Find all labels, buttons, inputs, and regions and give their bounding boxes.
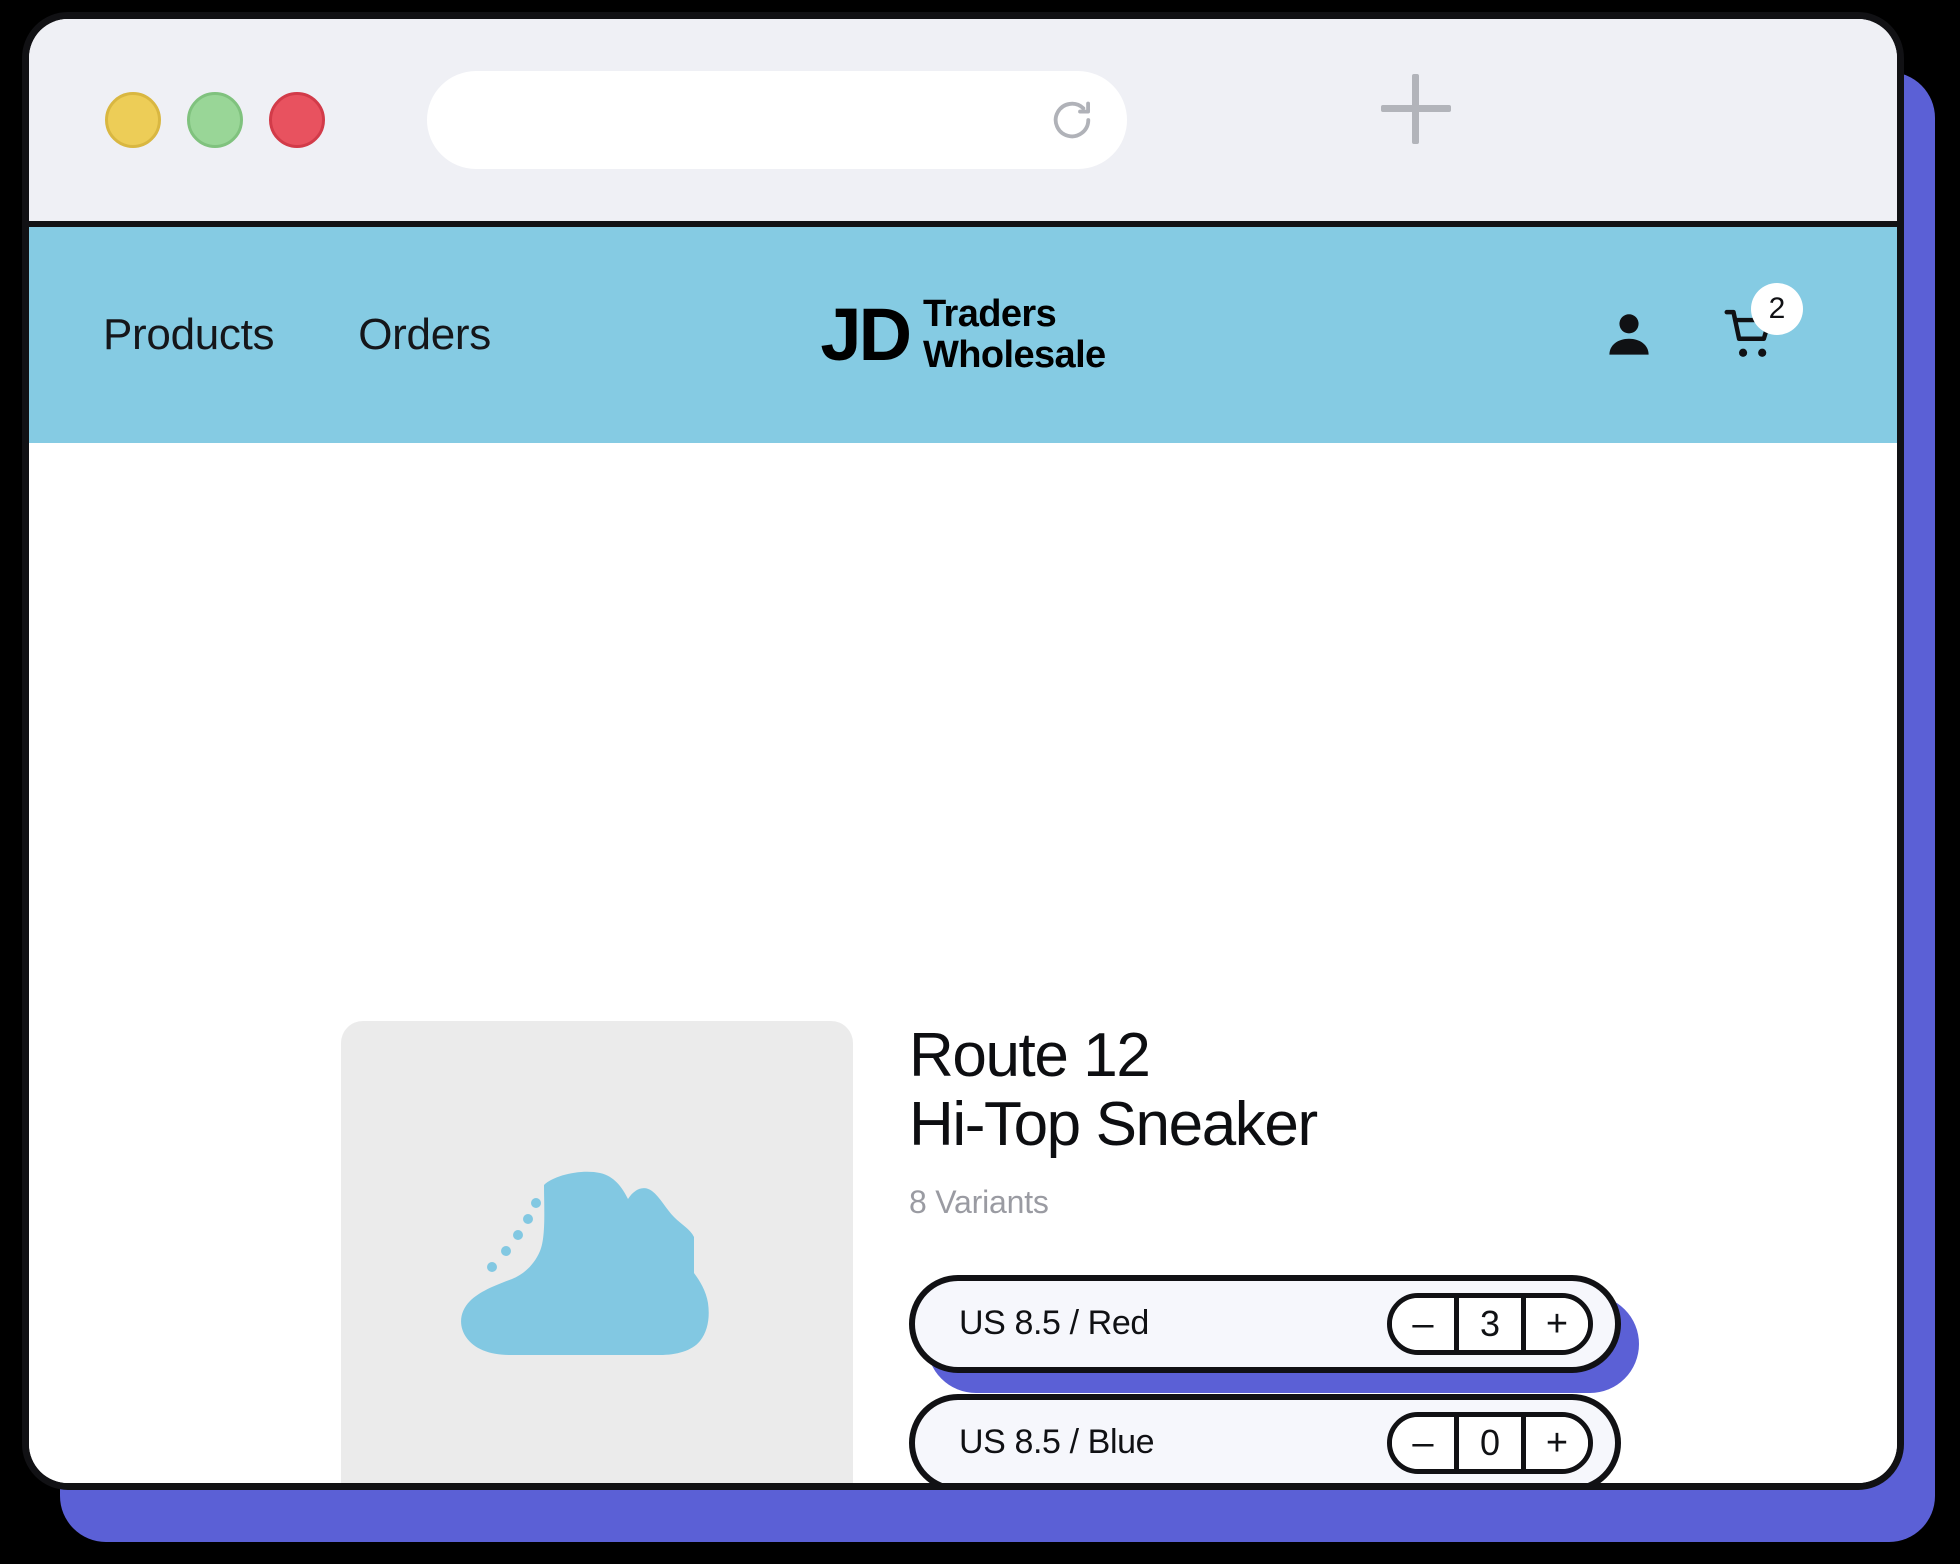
new-tab-button[interactable] [1381,74,1451,144]
quantity-value[interactable]: 0 [1454,1416,1526,1469]
variant-row-wrapper: US 8.5 / Blue –0 + [909,1393,1621,1483]
increment-button[interactable]: + [1526,1416,1588,1469]
variant-label: US 8.5 / Red [959,1304,1149,1343]
variant-row[interactable]: US 8.5 / Blue –0 + [909,1393,1621,1483]
person-icon [1601,307,1657,363]
product-details: Route 12 Hi-Top Sneaker 8 Variants US 8.… [909,1021,1639,1483]
decrement-button[interactable]: – [1392,1297,1454,1350]
brand-monogram: JD [820,293,912,376]
cart-count-badge: 2 [1751,283,1803,335]
brand-line-2: Wholesale [923,334,1106,376]
increment-button[interactable]: + [1526,1297,1588,1350]
product-page-body: Route 12 Hi-Top Sneaker 8 Variants US 8.… [29,443,1897,1483]
quantity-stepper: –0 + [1387,1411,1593,1474]
brand-line-1: Traders [923,292,1057,335]
minimize-button[interactable] [105,92,161,148]
nav-action-group: 2 [1601,283,1803,363]
quantity-stepper: –3 + [1387,1292,1593,1355]
quantity-value[interactable]: 3 [1454,1297,1526,1350]
brand-wordmark: Traders Wholesale [923,292,1106,376]
decrement-button[interactable]: – [1392,1416,1454,1469]
traffic-light-group [105,92,325,148]
page-title: Route 12 Hi-Top Sneaker [909,1021,1318,1160]
hero-sneaker-icon [432,1145,762,1410]
nav-link-products[interactable]: Products [103,310,275,360]
close-button[interactable] [269,92,325,148]
maximize-button[interactable] [187,92,243,148]
cart-button[interactable]: 2 [1723,283,1803,363]
site-navigation-bar: Products Orders JD Traders Wholesale 2 [29,227,1897,443]
browser-window: Products Orders JD Traders Wholesale 2 R… [22,12,1904,1490]
browser-chrome-bar [29,19,1897,227]
reload-icon[interactable] [1049,97,1095,143]
account-button[interactable] [1601,307,1657,363]
nav-link-group: Products Orders [103,310,491,360]
brand-logo[interactable]: JD Traders Wholesale [820,292,1106,376]
variant-label: US 8.5 / Blue [959,1423,1155,1462]
screen-root: Products Orders JD Traders Wholesale 2 R… [0,0,1960,1564]
product-gallery [341,1021,853,1483]
address-bar[interactable] [427,71,1127,169]
variant-count-label: 8 Variants [909,1183,1049,1220]
nav-link-orders[interactable]: Orders [358,310,491,360]
variant-row[interactable]: US 8.5 / Red –3 + [909,1274,1621,1373]
variant-row-wrapper: US 8.5 / Red –3 + [909,1274,1639,1393]
variant-list: US 8.5 / Red–3+US 8.5 / Blue–0+US 7 / Gr… [909,1274,1639,1483]
hero-product-image[interactable] [341,1021,853,1483]
